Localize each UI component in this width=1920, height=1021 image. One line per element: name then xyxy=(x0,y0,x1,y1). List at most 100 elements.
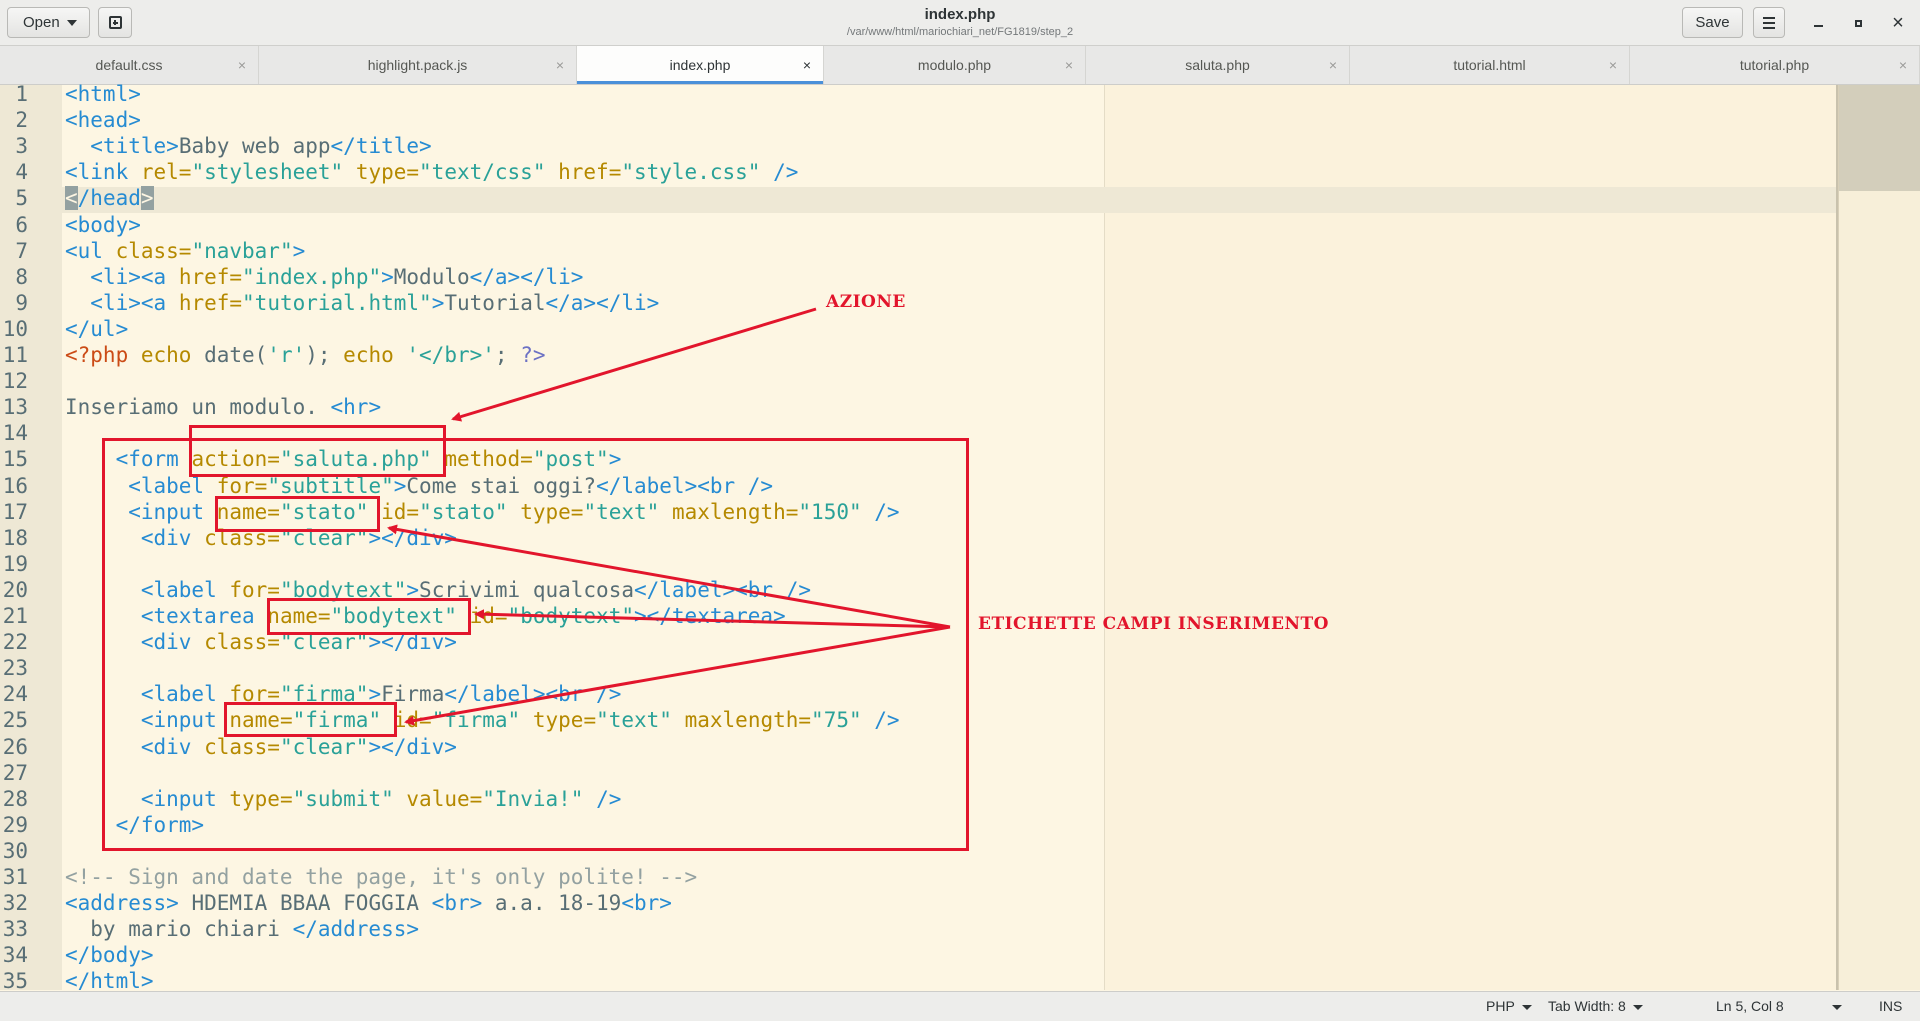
code-token: Tutorial xyxy=(444,291,546,315)
code-token: <head> xyxy=(65,108,141,132)
code-token: Baby web app xyxy=(178,134,331,158)
close-icon: × xyxy=(1892,12,1904,34)
line-number: 2 xyxy=(15,108,28,132)
right-margin-line xyxy=(1104,85,1105,990)
code-token: </a></li> xyxy=(545,291,660,315)
code-token: <address> xyxy=(65,891,179,915)
code-token: > xyxy=(140,186,154,210)
line-number: 18 xyxy=(2,526,28,550)
code-token: href= xyxy=(178,265,243,289)
hamburger-menu-button[interactable] xyxy=(1753,7,1785,38)
maximize-button[interactable] xyxy=(1847,12,1869,34)
code-token: </ul> xyxy=(65,317,129,341)
cursor-position[interactable]: Ln 5, Col 8 xyxy=(1716,992,1784,1021)
header-bar: Open index.php /var/www/html/mariochiari… xyxy=(0,0,1920,46)
code-token: /head xyxy=(77,186,141,210)
new-tab-button[interactable] xyxy=(98,7,132,38)
line-number: 11 xyxy=(2,343,28,367)
chevron-down-icon xyxy=(1521,1004,1532,1010)
tab-width-selector[interactable]: Tab Width: 8 xyxy=(1548,992,1643,1021)
line-number: 13 xyxy=(2,395,28,419)
line-number: 16 xyxy=(2,474,28,498)
insert-mode: INS xyxy=(1879,998,1903,1014)
minimap[interactable] xyxy=(1838,85,1920,990)
code-line[interactable]: by mario chiari </address> xyxy=(65,916,419,942)
code-line[interactable]: <address> HDEMIA BBAA FOGGIA <br> a.a. 1… xyxy=(65,890,672,916)
minimap-viewport[interactable] xyxy=(1839,85,1920,191)
tab-tutorial-html[interactable]: tutorial.html × xyxy=(1350,46,1630,84)
line-number: 34 xyxy=(2,943,28,967)
code-token: a.a. 18-19 xyxy=(482,891,622,915)
save-button[interactable]: Save xyxy=(1682,7,1743,38)
close-tab-icon[interactable]: × xyxy=(1609,46,1617,84)
code-line[interactable]: <li><a href="index.php">Modulo</a></li> xyxy=(65,264,583,290)
minimize-button[interactable] xyxy=(1807,12,1829,34)
code-token: "index.php" xyxy=(242,265,382,289)
open-label: Open xyxy=(23,14,60,31)
code-line[interactable]: <!-- Sign and date the page, it's only p… xyxy=(65,864,697,890)
line-number: 31 xyxy=(2,865,28,889)
code-token: ; xyxy=(494,343,521,367)
close-tab-icon[interactable]: × xyxy=(238,46,246,84)
code-token: href= xyxy=(178,291,243,315)
tab-tutorial-php[interactable]: tutorial.php × xyxy=(1630,46,1920,84)
code-token: href= xyxy=(558,160,622,184)
line-number: 26 xyxy=(2,735,28,759)
code-token: "style.css" xyxy=(621,160,761,184)
line-number: 27 xyxy=(2,761,28,785)
code-line[interactable]: </ul> xyxy=(65,316,128,342)
line-number: 30 xyxy=(2,839,28,863)
line-number: 29 xyxy=(2,813,28,837)
code-token: </body> xyxy=(65,943,154,967)
close-tab-icon[interactable]: × xyxy=(803,46,811,84)
line-number: 12 xyxy=(2,369,28,393)
right-margin-area xyxy=(1105,85,1836,990)
code-token: Modulo xyxy=(393,265,470,289)
tab-modulo-php[interactable]: modulo.php × xyxy=(824,46,1086,84)
code-line[interactable]: Inseriamo un modulo. <hr> xyxy=(65,394,381,420)
code-line[interactable]: <ul class="navbar"> xyxy=(65,238,305,264)
code-line[interactable]: </head> xyxy=(65,185,154,211)
code-token: > xyxy=(292,239,306,263)
code-token: ?> xyxy=(520,343,546,367)
code-token: /> xyxy=(760,160,799,184)
code-token: > xyxy=(431,291,445,315)
code-token: <li><a xyxy=(90,265,179,289)
line-number: 9 xyxy=(15,291,28,315)
close-tab-icon[interactable]: × xyxy=(1899,46,1907,84)
close-window-button[interactable]: × xyxy=(1887,12,1909,34)
tab-highlight-pack-js[interactable]: highlight.pack.js × xyxy=(259,46,577,84)
code-line[interactable]: <head> xyxy=(65,107,141,133)
code-line[interactable]: <li><a href="tutorial.html">Tutorial</a>… xyxy=(65,290,659,316)
new-document-icon xyxy=(108,16,122,29)
tab-default-css[interactable]: default.css × xyxy=(0,46,259,84)
code-token: <li><a xyxy=(90,291,179,315)
minimize-icon xyxy=(1813,25,1823,27)
position-menu[interactable] xyxy=(1832,992,1842,1021)
tab-index-php[interactable]: index.php × xyxy=(577,46,824,84)
line-number: 6 xyxy=(15,213,28,237)
line-number: 21 xyxy=(2,604,28,628)
code-token: Inseriamo un modulo. xyxy=(65,395,331,419)
code-line[interactable]: <body> xyxy=(65,212,141,238)
code-line[interactable]: </body> xyxy=(65,942,154,968)
code-token: </html> xyxy=(65,969,154,993)
tab-bar: default.css × highlight.pack.js × index.ph… xyxy=(0,46,1920,85)
code-token: "navbar" xyxy=(191,239,293,263)
open-button[interactable]: Open xyxy=(7,7,90,38)
code-line[interactable]: <link rel="stylesheet" type="text/css" h… xyxy=(65,159,798,185)
close-tab-icon[interactable]: × xyxy=(1065,46,1073,84)
line-number: 19 xyxy=(2,552,28,576)
code-line[interactable]: <?php echo date('r'); echo '</br>'; ?> xyxy=(65,342,546,368)
close-tab-icon[interactable]: × xyxy=(1329,46,1337,84)
line-number: 28 xyxy=(2,787,28,811)
language-selector[interactable]: PHP xyxy=(1486,992,1532,1021)
code-line[interactable]: <title>Baby web app</title> xyxy=(65,133,431,159)
code-line[interactable]: <html> xyxy=(65,81,141,107)
close-tab-icon[interactable]: × xyxy=(556,46,564,84)
tab-saluta-php[interactable]: saluta.php × xyxy=(1086,46,1350,84)
code-token: echo xyxy=(140,343,205,367)
line-number: 20 xyxy=(2,578,28,602)
